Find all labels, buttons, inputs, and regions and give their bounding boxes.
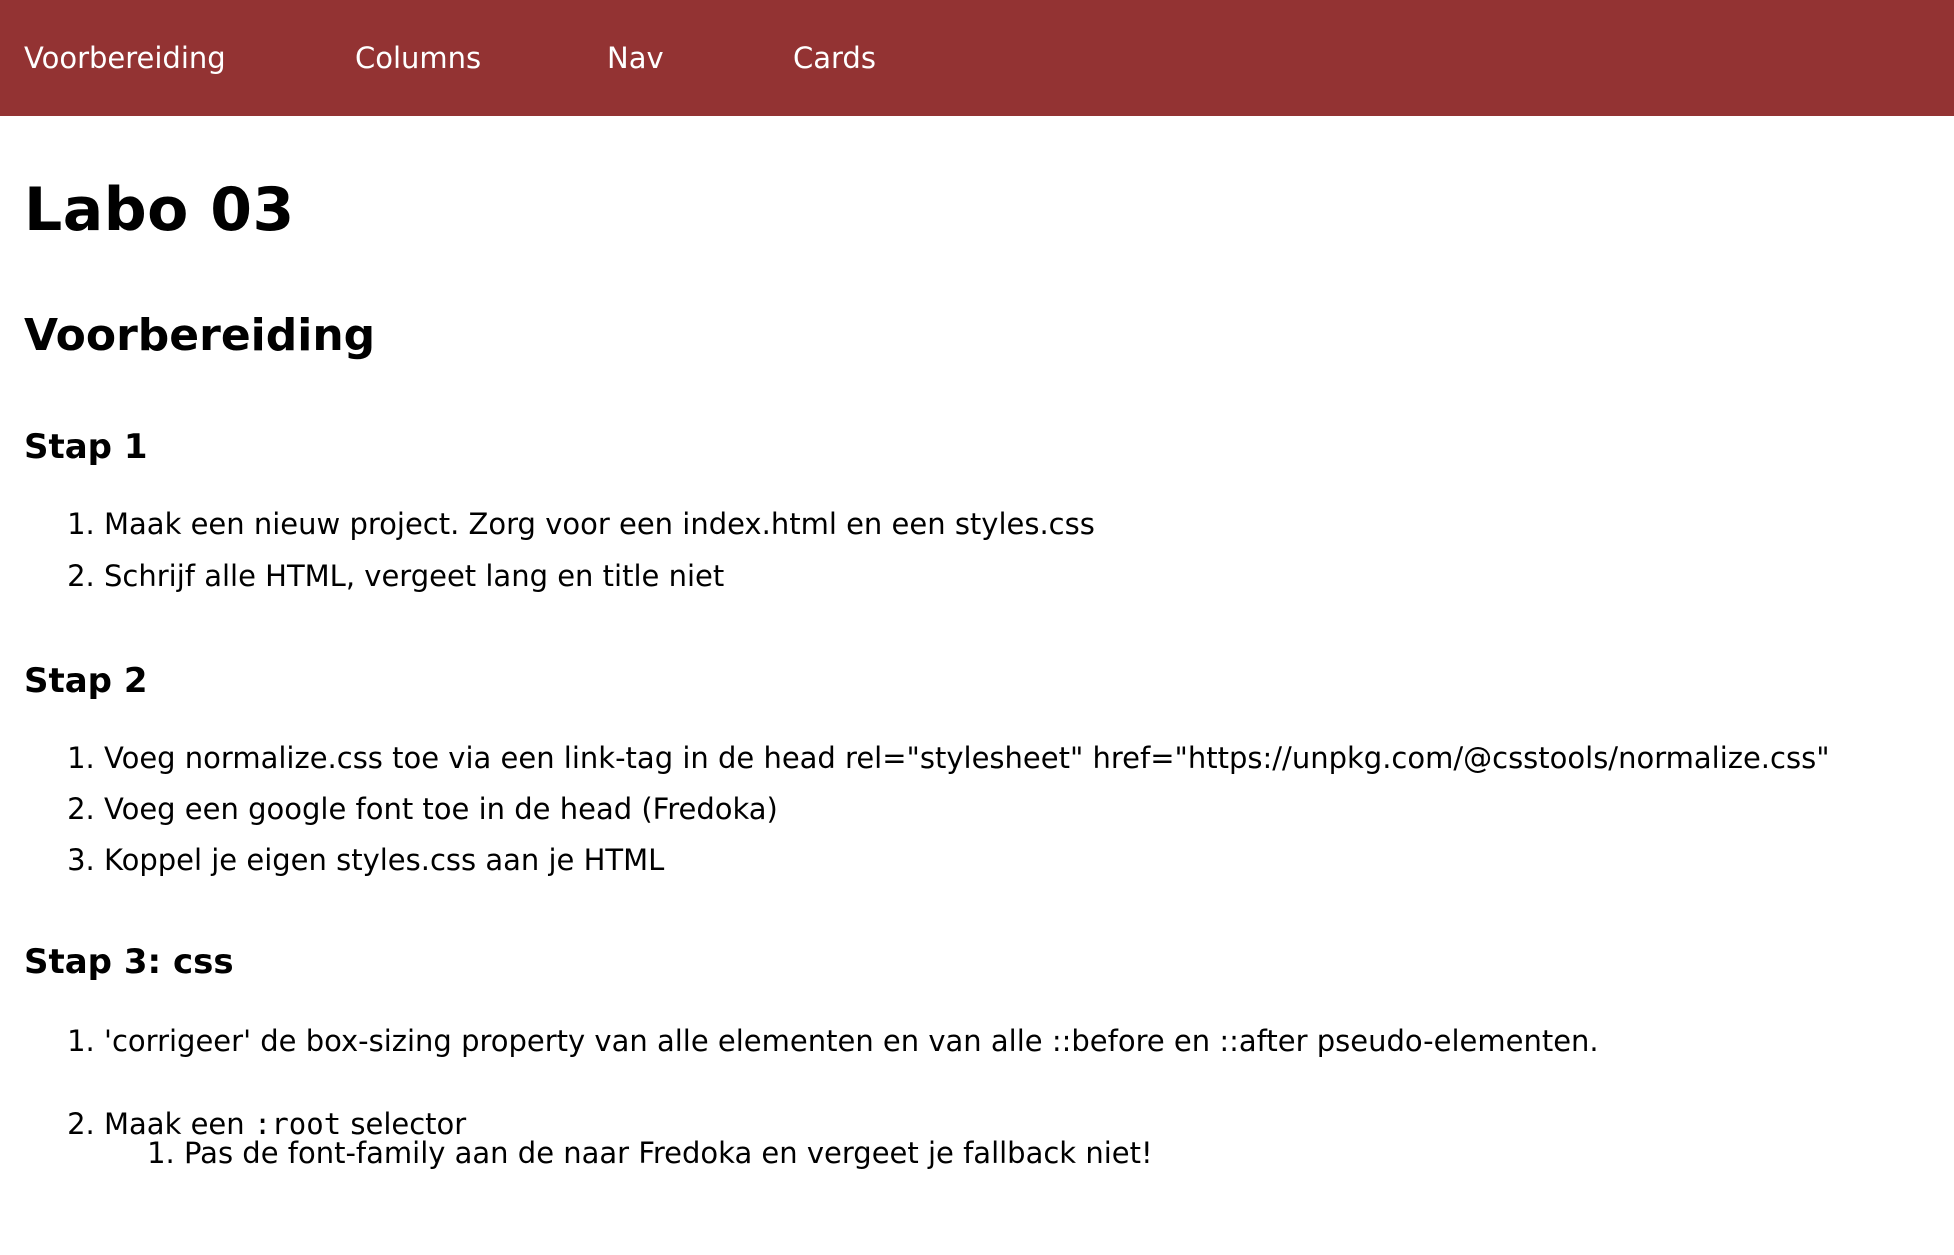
nav-link-cards[interactable]: Cards [793,41,876,75]
section-heading-voorbereiding: Voorbereiding [24,310,376,361]
step-1-list: Maak een nieuw project. Zorg voor een in… [24,464,1954,614]
page-title: Labo 03 [24,175,295,245]
step-3-sublist: Pas de font-family aan de naar Fredoka e… [104,1139,1954,1168]
list-item: Voeg een google font toe in de head (Fre… [104,795,1954,846]
list-item: 'corrigeer' de box-sizing property van a… [104,1027,1954,1110]
nav-link-voorbereiding[interactable]: Voorbereiding [24,41,355,75]
list-item: Maak een :root selector Pas de font-fami… [104,1110,1954,1194]
top-navigation: Voorbereiding Columns Nav Cards [0,0,1954,116]
main-content: Labo 03 Voorbereiding Stap 1 Maak een ni… [0,116,1954,1194]
nav-link-columns[interactable]: Columns [355,41,607,75]
list-item: Voeg normalize.css toe via een link-tag … [104,744,1954,795]
step-heading-2: Stap 2 [24,661,148,701]
step-2-list: Voeg normalize.css toe via een link-tag … [24,698,1954,897]
step-heading-3: Stap 3: css [24,942,234,982]
list-item: Schrijf alle HTML, vergeet lang en title… [104,562,1954,614]
list-item: Maak een nieuw project. Zorg voor een in… [104,510,1954,562]
list-item: Koppel je eigen styles.css aan je HTML [104,846,1954,897]
step-3-list: 'corrigeer' de box-sizing property van a… [24,979,1954,1194]
list-item: Pas de font-family aan de naar Fredoka e… [184,1139,1954,1168]
step-heading-1: Stap 1 [24,427,148,467]
nav-link-nav[interactable]: Nav [607,41,793,75]
